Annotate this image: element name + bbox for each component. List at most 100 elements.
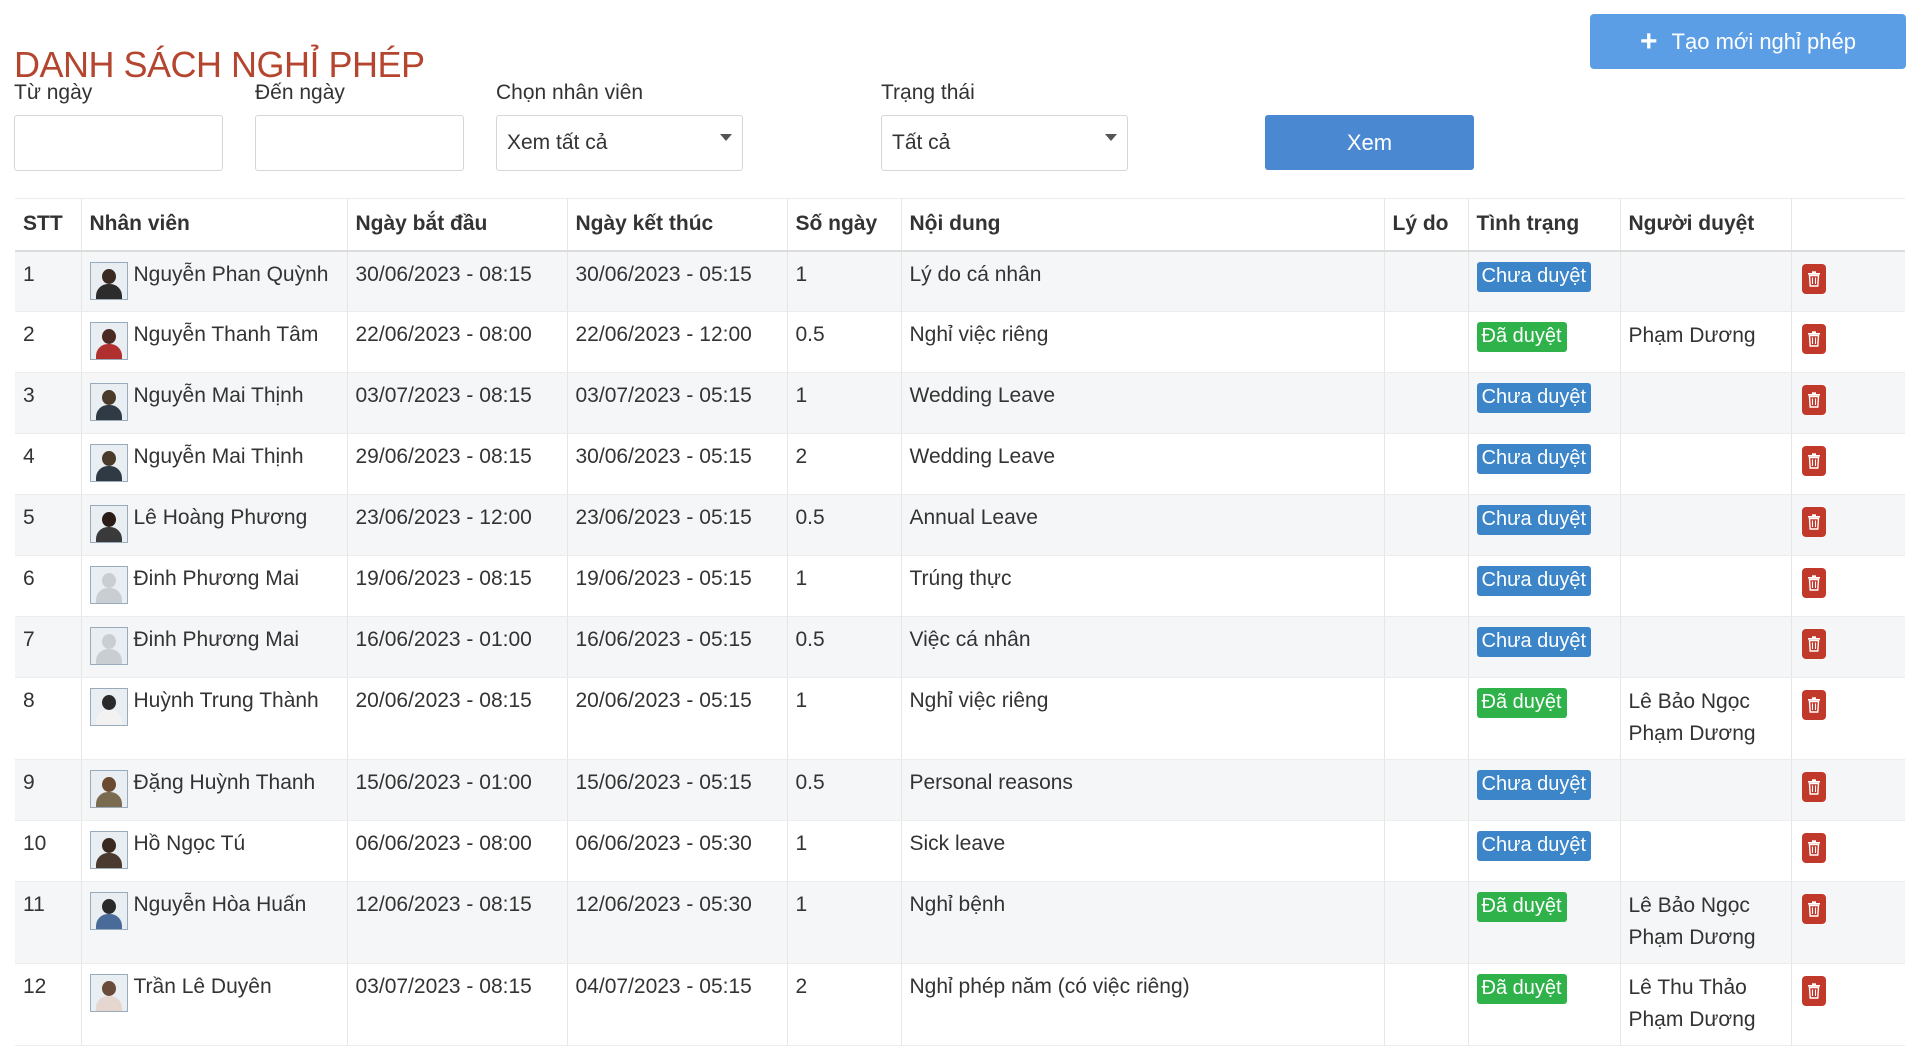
column-header: STT bbox=[15, 198, 82, 252]
content-cell: Nghỉ phép năm (có việc riêng) bbox=[901, 963, 1385, 1046]
employee-name[interactable]: Nguyễn Thanh Tâm bbox=[134, 318, 319, 352]
from-date-input[interactable] bbox=[14, 115, 223, 171]
approver-cell bbox=[1620, 759, 1792, 821]
employee-name[interactable]: Hồ Ngọc Tú bbox=[134, 827, 246, 861]
employee-name[interactable]: Đinh Phương Mai bbox=[134, 623, 300, 657]
stt-value: 8 bbox=[23, 689, 35, 712]
action-cell bbox=[1791, 820, 1905, 882]
end-date: 16/06/2023 - 05:15 bbox=[575, 628, 752, 651]
leave-content: Annual Leave bbox=[909, 506, 1038, 529]
table-row: 8 Huỳnh Trung Thành 20/06/2023 - 08:15 20/0… bbox=[15, 677, 1905, 760]
delete-button[interactable] bbox=[1801, 385, 1826, 415]
days-cell: 0.5 bbox=[787, 311, 902, 373]
status-cell: Chưa duyệt bbox=[1468, 433, 1621, 495]
delete-button[interactable] bbox=[1801, 507, 1826, 537]
view-button[interactable]: Xem bbox=[1265, 115, 1474, 170]
trash-icon bbox=[1807, 392, 1820, 408]
end-date: 06/06/2023 - 05:30 bbox=[575, 832, 752, 855]
reason-cell bbox=[1384, 250, 1469, 312]
avatar bbox=[89, 688, 128, 726]
stt-cell: 3 bbox=[15, 372, 82, 434]
approver-cell bbox=[1620, 616, 1792, 678]
employee-name[interactable]: Nguyễn Phan Quỳnh bbox=[134, 258, 329, 292]
delete-button[interactable] bbox=[1801, 568, 1826, 598]
delete-button[interactable] bbox=[1801, 976, 1826, 1006]
delete-button[interactable] bbox=[1801, 772, 1826, 802]
column-header: Nhân viên bbox=[81, 198, 348, 252]
create-leave-button[interactable]: + Tạo mới nghỉ phép bbox=[1590, 14, 1906, 69]
delete-button[interactable] bbox=[1801, 833, 1826, 863]
delete-button[interactable] bbox=[1801, 324, 1826, 354]
action-cell bbox=[1791, 250, 1905, 312]
leave-content: Wedding Leave bbox=[909, 445, 1056, 468]
stt-value: 12 bbox=[23, 975, 47, 998]
employee-name[interactable]: Lê Hoàng Phương bbox=[134, 501, 308, 535]
start-date: 15/06/2023 - 01:00 bbox=[355, 771, 532, 794]
plus-icon: + bbox=[1640, 24, 1658, 58]
start-date-cell: 03/07/2023 - 08:15 bbox=[347, 372, 568, 434]
employee-name[interactable]: Trần Lê Duyên bbox=[134, 970, 272, 1004]
content-cell: Personal reasons bbox=[901, 759, 1385, 821]
approver-name: Phạm Dương bbox=[1628, 1008, 1756, 1031]
days-count: 1 bbox=[795, 832, 808, 855]
reason-cell bbox=[1384, 820, 1469, 882]
status-badge: Chưa duyệt bbox=[1476, 770, 1592, 800]
avatar bbox=[89, 627, 128, 665]
stt-cell: 1 bbox=[15, 250, 82, 312]
end-date: 03/07/2023 - 05:15 bbox=[575, 384, 752, 407]
employee-name[interactable]: Đặng Huỳnh Thanh bbox=[134, 766, 316, 800]
employee-cell: Đinh Phương Mai bbox=[81, 616, 348, 678]
employee-name[interactable]: Đinh Phương Mai bbox=[134, 562, 300, 596]
employee-name[interactable]: Nguyễn Hòa Huấn bbox=[134, 888, 307, 922]
delete-button[interactable] bbox=[1801, 894, 1826, 924]
stt-cell: 4 bbox=[15, 433, 82, 495]
approver-name: Phạm Dương bbox=[1628, 324, 1756, 347]
leave-content: Sick leave bbox=[909, 832, 1006, 855]
employee-cell: Nguyễn Thanh Tâm bbox=[81, 311, 348, 373]
action-cell bbox=[1791, 433, 1905, 495]
status-cell: Chưa duyệt bbox=[1468, 250, 1621, 312]
status-badge: Đã duyệt bbox=[1476, 688, 1567, 718]
delete-button[interactable] bbox=[1801, 629, 1826, 659]
approver-cell: Lê Thu Thảo Phạm Dương bbox=[1620, 963, 1792, 1046]
days-count: 0.5 bbox=[795, 628, 825, 651]
start-date: 23/06/2023 - 12:00 bbox=[355, 506, 532, 529]
end-date: 30/06/2023 - 05:15 bbox=[575, 262, 752, 286]
status-cell: Chưa duyệt bbox=[1468, 759, 1621, 821]
status-cell: Đã duyệt bbox=[1468, 963, 1621, 1046]
to-date-input[interactable] bbox=[255, 115, 464, 171]
table-row: 9 Đặng Huỳnh Thanh 15/06/2023 - 01:00 15/06… bbox=[15, 759, 1905, 821]
stt-cell: 5 bbox=[15, 494, 82, 556]
stt-cell: 6 bbox=[15, 555, 82, 617]
table-row: 1 Nguyễn Phan Quỳnh 30/06/2023 - 08:15 30/0… bbox=[15, 250, 1905, 312]
end-date-cell: 06/06/2023 - 05:30 bbox=[567, 820, 788, 882]
stt-cell: 11 bbox=[15, 881, 82, 964]
start-date-cell: 06/06/2023 - 08:00 bbox=[347, 820, 568, 882]
employee-cell: Hồ Ngọc Tú bbox=[81, 820, 348, 882]
employee-name[interactable]: Nguyễn Mai Thịnh bbox=[134, 379, 304, 413]
stt-cell: 2 bbox=[15, 311, 82, 373]
trash-icon bbox=[1807, 453, 1820, 469]
end-date-cell: 20/06/2023 - 05:15 bbox=[567, 677, 788, 760]
start-date: 06/06/2023 - 08:00 bbox=[355, 832, 532, 855]
stt-value: 1 bbox=[23, 262, 35, 286]
start-date: 19/06/2023 - 08:15 bbox=[355, 567, 532, 590]
days-count: 1 bbox=[795, 262, 808, 286]
content-cell: Việc cá nhân bbox=[901, 616, 1385, 678]
employee-name[interactable]: Nguyễn Mai Thịnh bbox=[134, 440, 304, 474]
action-cell bbox=[1791, 311, 1905, 373]
delete-button[interactable] bbox=[1801, 446, 1826, 476]
employee-select[interactable]: Xem tất cả bbox=[496, 115, 743, 171]
start-date-cell: 03/07/2023 - 08:15 bbox=[347, 963, 568, 1046]
content-cell: Nghỉ việc riêng bbox=[901, 677, 1385, 760]
days-count: 0.5 bbox=[795, 506, 825, 529]
approver-name: Lê Thu Thảo bbox=[1628, 976, 1747, 999]
stt-value: 9 bbox=[23, 771, 35, 794]
delete-button[interactable] bbox=[1801, 690, 1826, 720]
delete-button[interactable] bbox=[1801, 263, 1826, 294]
status-select[interactable]: Tất cả bbox=[881, 115, 1128, 171]
employee-name[interactable]: Huỳnh Trung Thành bbox=[134, 684, 319, 718]
status-badge: Chưa duyệt bbox=[1476, 261, 1592, 292]
trash-icon bbox=[1807, 697, 1820, 713]
stt-value: 3 bbox=[23, 384, 35, 407]
